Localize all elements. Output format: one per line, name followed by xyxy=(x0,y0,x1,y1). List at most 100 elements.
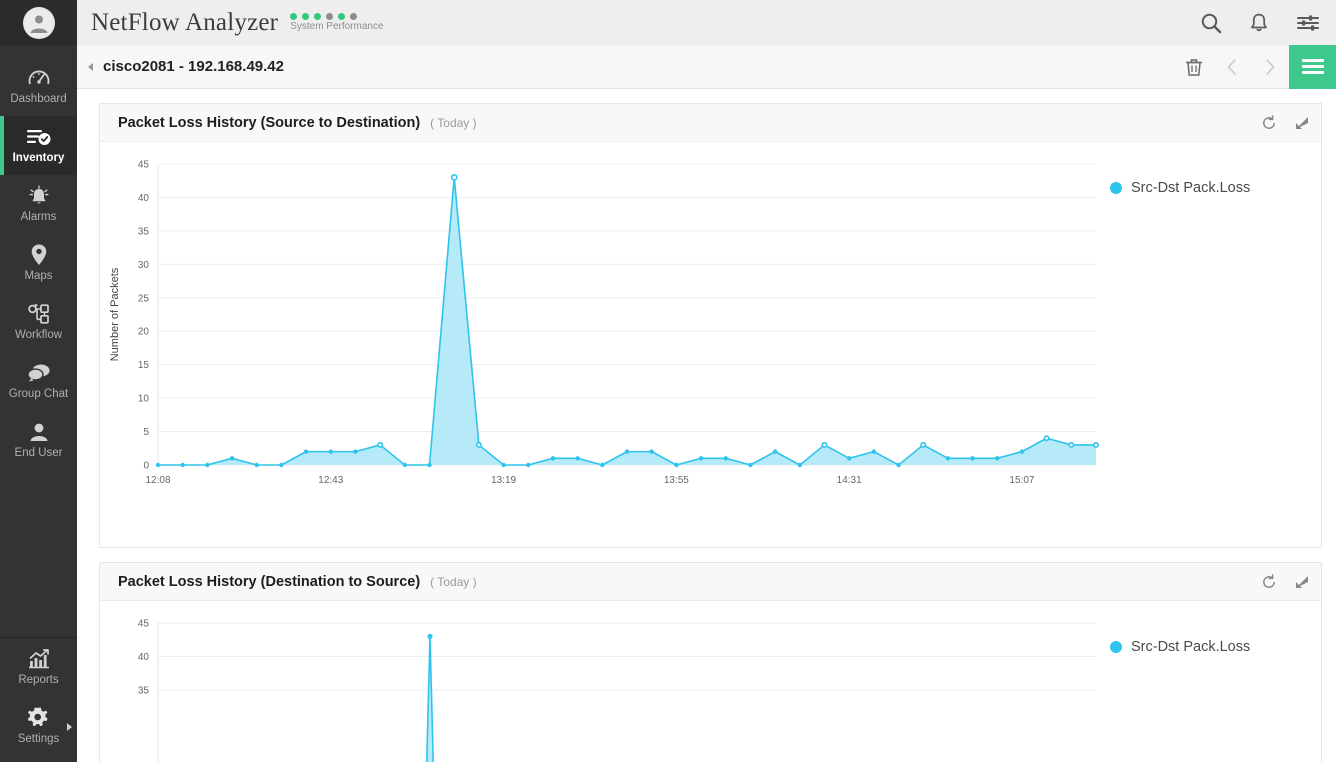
workflow-icon xyxy=(26,303,52,325)
svg-text:45: 45 xyxy=(138,619,150,630)
sidebar-item-end-user[interactable]: End User xyxy=(0,411,77,470)
next-button[interactable] xyxy=(1251,57,1289,77)
svg-text:13:19: 13:19 xyxy=(491,475,516,486)
card-packet-loss-src-dst: Packet Loss History (Source to Destinati… xyxy=(99,103,1322,548)
svg-text:35: 35 xyxy=(138,226,150,237)
sidebar-nav-top: Dashboard Inventory Alarms Maps Workflow… xyxy=(0,45,77,470)
brand-dot xyxy=(350,13,358,20)
svg-text:40: 40 xyxy=(138,652,150,663)
sidebar: Dashboard Inventory Alarms Maps Workflow… xyxy=(0,0,77,762)
sidebar-item-label: Inventory xyxy=(12,152,65,165)
checklist-icon xyxy=(26,126,52,148)
prev-button[interactable] xyxy=(1213,57,1251,77)
breadcrumb-title: cisco2081 - 192.168.49.42 xyxy=(103,58,284,75)
legend-item[interactable]: Src-Dst Pack.Loss xyxy=(1110,639,1250,655)
chart-legend: Src-Dst Pack.Loss xyxy=(1110,601,1250,762)
refresh-icon[interactable] xyxy=(1261,114,1277,131)
sidebar-item-dashboard[interactable]: Dashboard xyxy=(0,57,77,116)
brand-tagline: System Performance xyxy=(290,21,384,32)
header-actions xyxy=(1200,12,1320,34)
map-pin-icon xyxy=(29,244,49,266)
svg-text:40: 40 xyxy=(138,193,150,204)
chart-area: 0 5 10 15 20 25 30 35 40 45 Number of Packets 12:08… xyxy=(100,142,1321,547)
card-subtitle: ( Today ) xyxy=(430,574,477,589)
brand-dot xyxy=(302,13,310,20)
svg-text:13:55: 13:55 xyxy=(664,475,689,486)
bell-alarm-icon xyxy=(27,185,51,207)
svg-text:0: 0 xyxy=(143,461,149,472)
legend-color-swatch xyxy=(1110,641,1122,653)
packet-loss-dst-src-chart[interactable]: 35 40 45 xyxy=(100,601,1110,762)
sidebar-item-group-chat[interactable]: Group Chat xyxy=(0,352,77,411)
card-title: Packet Loss History (Destination to Sour… xyxy=(118,573,421,590)
sidebar-item-inventory[interactable]: Inventory xyxy=(0,116,77,175)
svg-text:5: 5 xyxy=(143,427,149,438)
sliders-icon[interactable] xyxy=(1296,13,1320,33)
back-button[interactable] xyxy=(77,62,103,71)
sidebar-item-label: Settings xyxy=(17,733,60,746)
svg-text:10: 10 xyxy=(138,394,150,405)
legend-color-swatch xyxy=(1110,182,1122,194)
card-packet-loss-dst-src: Packet Loss History (Destination to Sour… xyxy=(99,562,1322,762)
sidebar-item-maps[interactable]: Maps xyxy=(0,234,77,293)
avatar-container[interactable] xyxy=(0,0,77,45)
trash-icon[interactable] xyxy=(1175,57,1213,77)
sidebar-item-workflow[interactable]: Workflow xyxy=(0,293,77,352)
plot-wrapper[interactable]: 0 5 10 15 20 25 30 35 40 45 Number of Packets 12:08… xyxy=(100,142,1110,547)
refresh-icon[interactable] xyxy=(1261,573,1277,590)
sidebar-item-label: Reports xyxy=(18,674,59,687)
sidebar-item-settings[interactable]: Settings xyxy=(0,697,77,756)
sidebar-nav-bottom: Reports Settings xyxy=(0,637,77,762)
chat-bubbles-icon xyxy=(26,362,52,384)
sidebar-item-label: Maps xyxy=(24,270,53,283)
bell-icon[interactable] xyxy=(1248,12,1270,34)
svg-text:30: 30 xyxy=(138,260,150,271)
person-icon xyxy=(28,421,50,443)
content-scroll[interactable]: Packet Loss History (Source to Destinati… xyxy=(77,89,1336,762)
search-icon[interactable] xyxy=(1200,12,1222,34)
gear-icon xyxy=(27,707,51,729)
svg-text:45: 45 xyxy=(138,160,150,171)
sidebar-item-label: Group Chat xyxy=(8,388,69,401)
svg-text:20: 20 xyxy=(138,327,150,338)
svg-text:12:43: 12:43 xyxy=(318,475,343,486)
card-header: Packet Loss History (Destination to Sour… xyxy=(100,563,1321,601)
hamburger-menu-icon[interactable] xyxy=(1289,44,1336,89)
card-subtitle: ( Today ) xyxy=(430,115,477,130)
chevron-right-icon[interactable] xyxy=(67,722,72,731)
brand-subtitle-group: System Performance xyxy=(290,13,384,32)
gauge-icon xyxy=(27,67,51,89)
expand-icon[interactable] xyxy=(1295,116,1309,130)
svg-text:35: 35 xyxy=(138,685,150,696)
expand-icon[interactable] xyxy=(1295,575,1309,589)
main-area: NetFlow Analyzer System Performance cisc… xyxy=(77,0,1336,762)
plot-wrapper[interactable]: 35 40 45 xyxy=(100,601,1110,762)
sidebar-item-label: Dashboard xyxy=(10,93,67,106)
sidebar-item-label: Alarms xyxy=(20,211,57,224)
app-title: NetFlow Analyzer xyxy=(91,8,279,36)
card-tools xyxy=(1261,573,1309,590)
brand-dot xyxy=(290,13,298,20)
card-tools xyxy=(1261,114,1309,131)
legend-item[interactable]: Src-Dst Pack.Loss xyxy=(1110,180,1250,196)
app-header: NetFlow Analyzer System Performance xyxy=(77,0,1336,45)
brand-dot xyxy=(314,13,322,20)
svg-text:12:08: 12:08 xyxy=(145,475,170,486)
svg-text:Number of Packets: Number of Packets xyxy=(109,267,121,361)
card-body: 0 5 10 15 20 25 30 35 40 45 Number of Packets 12:08… xyxy=(100,142,1321,547)
sidebar-item-label: Workflow xyxy=(14,329,63,342)
person-icon xyxy=(25,9,52,36)
sidebar-item-reports[interactable]: Reports xyxy=(0,638,77,697)
packet-loss-src-dst-chart[interactable]: 0 5 10 15 20 25 30 35 40 45 Number of Packets 12:08… xyxy=(100,142,1110,547)
card-title: Packet Loss History (Source to Destinati… xyxy=(118,114,421,131)
sidebar-item-label: End User xyxy=(14,447,63,460)
card-header: Packet Loss History (Source to Destinati… xyxy=(100,104,1321,142)
breadcrumb-bar: cisco2081 - 192.168.49.42 xyxy=(77,44,1336,89)
chart-legend: Src-Dst Pack.Loss xyxy=(1110,142,1250,547)
svg-text:25: 25 xyxy=(138,293,150,304)
avatar[interactable] xyxy=(22,6,55,39)
brand-dots xyxy=(290,13,358,20)
svg-text:15: 15 xyxy=(138,360,150,371)
brand-dot xyxy=(338,13,346,20)
sidebar-item-alarms[interactable]: Alarms xyxy=(0,175,77,234)
